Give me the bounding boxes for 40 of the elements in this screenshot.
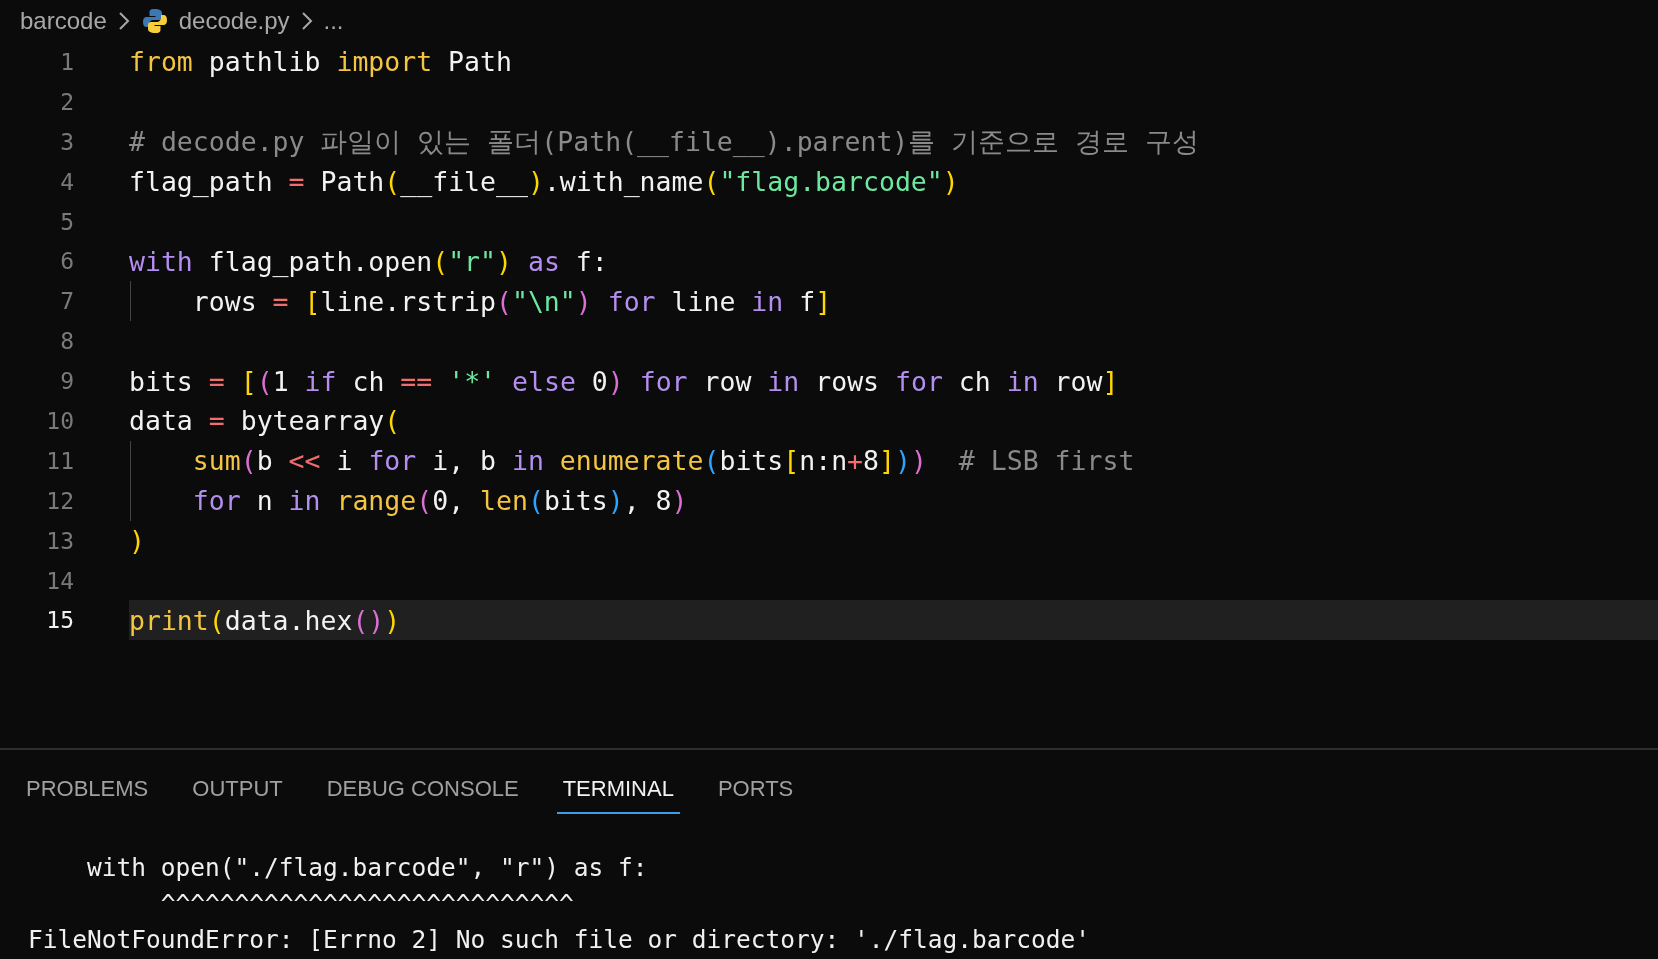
code-line: rows = [line.rstrip("\n") for line in f] [192, 285, 832, 317]
code-line: sum(b << i for i, b in enumerate(bits[n:n+8])) # LSB first [192, 445, 1135, 477]
panel-tab[interactable]: OUTPUT [186, 762, 289, 814]
line-number: 12 [45, 487, 74, 514]
panel-tab[interactable]: DEBUG CONSOLE [320, 762, 525, 814]
line-number: 5 [59, 208, 74, 235]
line-number: 14 [45, 567, 74, 594]
code-line: ) [129, 525, 145, 557]
panel-tab[interactable]: TERMINAL [556, 762, 680, 814]
code-line: with flag_path.open("r") as f: [129, 245, 608, 277]
code-line: flag_path = Path(__file__).with_name("flag.barcode") [129, 166, 959, 198]
line-number: 13 [45, 527, 74, 554]
line-number: 1 [59, 48, 74, 75]
line-number: 7 [59, 288, 74, 315]
chevron-icon [299, 11, 314, 31]
code-line: print(data.hex()) [129, 604, 401, 636]
breadcrumb-folder[interactable]: barcode [20, 7, 107, 35]
line-number: 6 [59, 248, 74, 275]
code-line: data = bytearray( [129, 405, 401, 437]
code-line: for n in range(0, len(bits), 8) [192, 485, 688, 517]
terminal-line: with open("./flag.barcode", "r") as f: [86, 852, 649, 884]
code-line: from pathlib import Path [129, 46, 512, 78]
line-number: 15 [45, 607, 74, 634]
line-number: 11 [45, 447, 74, 474]
breadcrumb-file[interactable]: decode.py [178, 7, 290, 35]
line-number: 10 [45, 407, 74, 434]
terminal-line: ^^^^^^^^^^^^^^^^^^^^^^^^^^^^ [159, 888, 575, 920]
code-line: bits = [(1 if ch == '*' else 0) for row in rows for ch in row] [129, 365, 1119, 397]
chevron-icon [116, 11, 131, 31]
line-number: 3 [59, 128, 74, 155]
panel-tab[interactable]: PROBLEMS [20, 762, 155, 814]
line-number: 9 [59, 368, 74, 395]
breadcrumb-more[interactable]: ... [323, 7, 344, 35]
terminal-line: FileNotFoundError: [Errno 2] No such file or directory: './flag.barcode' [28, 924, 1092, 956]
python-icon [140, 7, 169, 35]
line-number: 4 [59, 168, 74, 195]
panel-tab[interactable]: PORTS [711, 762, 800, 814]
line-number: 2 [59, 88, 74, 115]
line-number: 8 [59, 328, 74, 355]
code-line: # decode.py 파일이 있는 폴더(Path(__file__).parent)를 기준으로 경로 구성 [129, 124, 1200, 159]
